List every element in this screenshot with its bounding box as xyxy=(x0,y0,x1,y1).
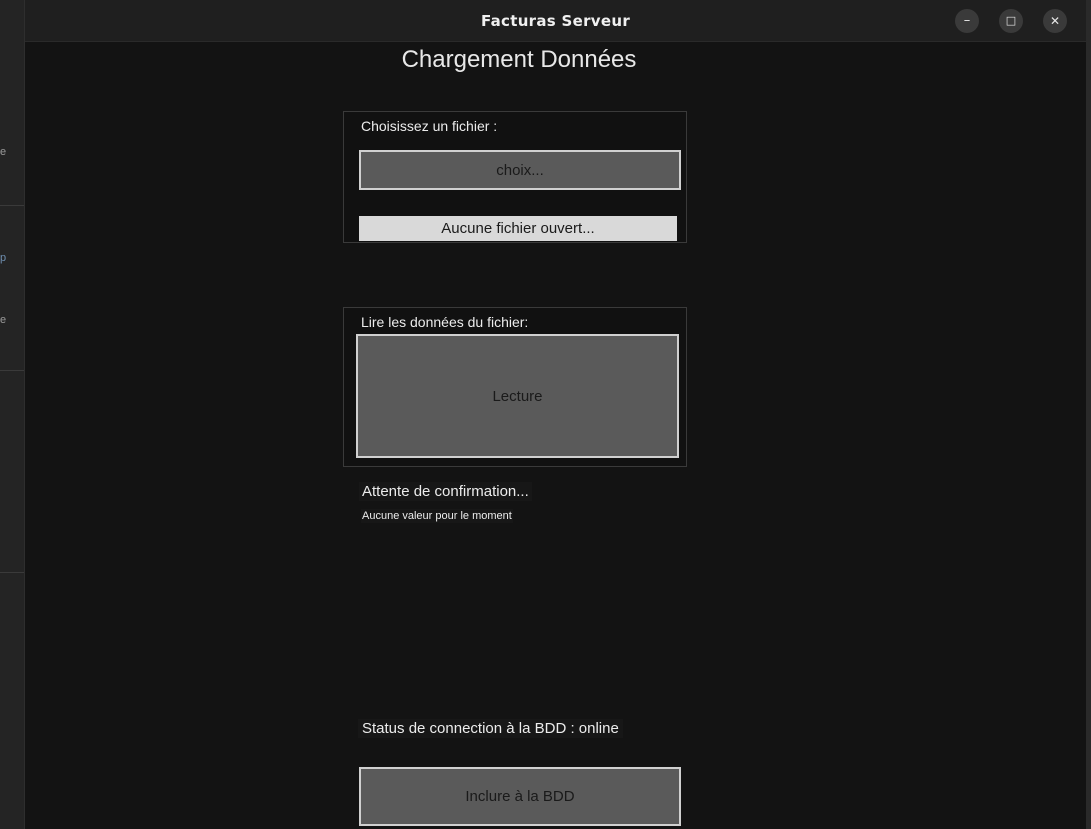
read-data-label: Lire les données du fichier: xyxy=(358,314,532,330)
read-button[interactable]: Lecture xyxy=(356,334,679,458)
close-button[interactable]: ✕ xyxy=(1043,9,1067,33)
title-bar[interactable]: Facturas Serveur – □ ✕ xyxy=(25,0,1086,42)
confirmation-detail: Aucune valeur pour le moment xyxy=(361,509,513,523)
background-divider xyxy=(0,370,24,371)
file-select-frame: Choisissez un fichier : choix... Aucune … xyxy=(343,111,687,243)
minimize-button[interactable]: – xyxy=(955,9,979,33)
window-title: Facturas Serveur xyxy=(480,12,631,30)
file-select-label: Choisissez un fichier : xyxy=(358,118,501,134)
background-divider xyxy=(0,572,24,573)
background-text-fragment: e xyxy=(0,146,7,158)
background-divider xyxy=(0,205,24,206)
include-db-button[interactable]: Inclure à la BDD xyxy=(359,767,681,826)
maximize-button[interactable]: □ xyxy=(999,9,1023,33)
confirmation-title: Attente de confirmation... xyxy=(359,482,532,501)
background-window-edge: e p e xyxy=(0,0,24,829)
app-window: Facturas Serveur – □ ✕ Chargement Donnée… xyxy=(24,0,1086,829)
page-title: Chargement Données xyxy=(401,46,637,73)
background-text-fragment: e xyxy=(0,314,7,326)
choose-file-button[interactable]: choix... xyxy=(359,150,681,190)
background-text-fragment: p xyxy=(0,252,7,264)
read-data-frame: Lire les données du fichier: Lecture xyxy=(343,307,687,467)
file-status-label: Aucune fichier ouvert... xyxy=(359,216,677,241)
db-status-label: Status de connection à la BDD : online xyxy=(358,719,623,738)
